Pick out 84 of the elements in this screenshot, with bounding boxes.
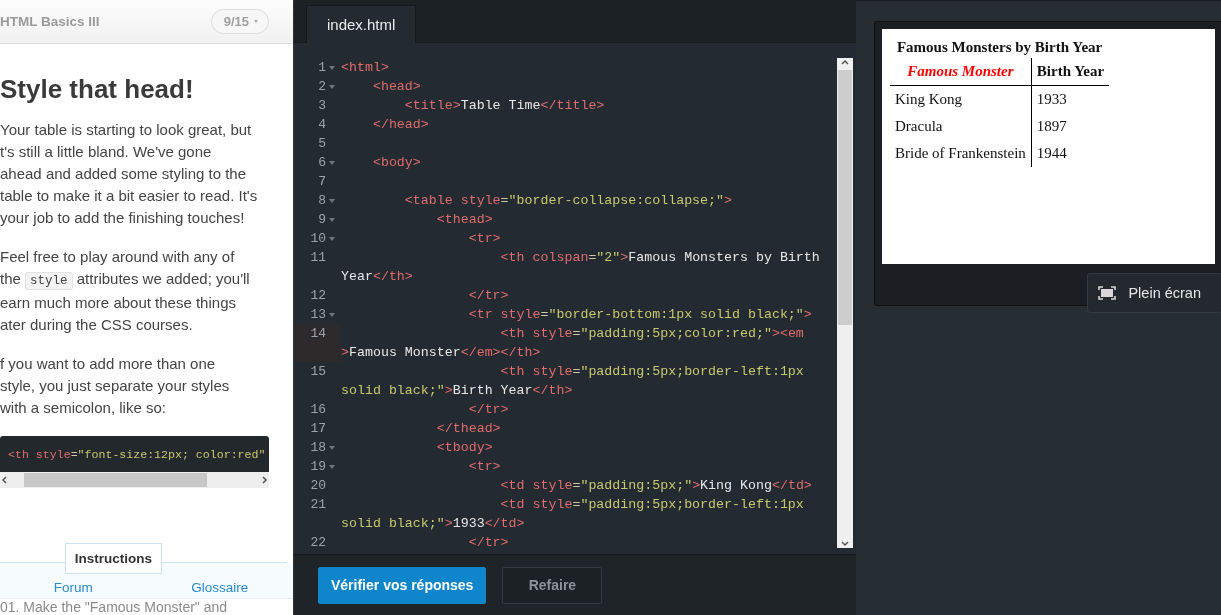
fold-icon[interactable] xyxy=(329,237,335,241)
code-line: <tr> xyxy=(467,230,501,248)
line-number: 15 xyxy=(310,363,326,381)
line-number: 6 xyxy=(318,154,326,172)
instruction-paragraph: Feel free to play around with any of the style attributes we added; you'll earn much more about these things ater during the CSS courses. xyxy=(0,247,251,335)
line-number: 8 xyxy=(318,192,326,210)
code-line: <td style="padding:5px;border-left:1px xyxy=(499,496,804,514)
fold-icon[interactable] xyxy=(329,199,335,203)
reset-button[interactable]: Refaire xyxy=(502,566,603,604)
line-number: 17 xyxy=(310,420,326,438)
line-number: 3 xyxy=(318,97,326,115)
table-cell: 1897 xyxy=(1031,113,1110,140)
line-number: 7 xyxy=(318,173,326,191)
code-line: <tr> xyxy=(467,458,501,476)
check-answers-button[interactable]: Vérifier vos réponses xyxy=(318,566,487,604)
fold-icon[interactable] xyxy=(329,313,335,317)
lesson-title: Style that head! xyxy=(0,74,195,105)
line-number: 1 xyxy=(318,59,326,77)
fold-icon[interactable] xyxy=(329,465,335,469)
step-text: 01. Make the "Famous Monster" and xyxy=(0,599,228,615)
column-header: Famous Monster xyxy=(890,58,1032,86)
table-caption: Famous Monsters by Birth Year xyxy=(890,39,1110,58)
line-number: 16 xyxy=(310,401,326,419)
scroll-left-icon[interactable] xyxy=(0,475,10,485)
line-number: 18 xyxy=(310,439,326,457)
code-line: <th style="padding:5px;color:red;"><em xyxy=(499,325,804,343)
fold-icon[interactable] xyxy=(329,446,335,450)
code-line: </tr> xyxy=(467,287,509,305)
code-line: <th style="padding:5px;border-left:1px xyxy=(499,363,804,381)
code-line: Year</th> xyxy=(341,268,414,286)
nav-link[interactable]: Glossaire xyxy=(191,580,249,595)
line-number: 22 xyxy=(310,534,326,552)
code-line: </tr> xyxy=(467,534,509,552)
code-line: <td style="padding:5px;">King Kong</td> xyxy=(499,477,812,495)
table-cell: Bride of Frankenstein xyxy=(890,140,1032,167)
code-line: >Famous Monster</em></th> xyxy=(341,344,542,362)
column-header: Birth Year xyxy=(1031,58,1110,86)
table-cell: 1944 xyxy=(1031,140,1110,167)
line-number: 11 xyxy=(310,249,326,267)
code-line: <tbody> xyxy=(435,439,493,457)
code-line: <th colspan="2">Famous Monsters by Birth xyxy=(499,249,820,267)
line-number: 12 xyxy=(310,287,326,305)
code-line: <head> xyxy=(371,78,421,96)
code-line: <html> xyxy=(341,59,389,77)
scrollbar[interactable] xyxy=(837,58,853,548)
fullscreen-button[interactable]: Plein écran xyxy=(1087,273,1221,313)
line-number: 13 xyxy=(310,306,326,324)
line-number: 19 xyxy=(310,458,326,476)
line-number: 20 xyxy=(310,477,326,495)
fullscreen-icon xyxy=(1098,286,1117,300)
code-line: <tr style="border-bottom:1px solid black;"> xyxy=(467,306,812,324)
scroll-right-icon[interactable] xyxy=(259,475,269,485)
scrollbar[interactable] xyxy=(0,472,269,488)
instruction-paragraph: f you want to add more than one style, you just separate your styles with a semicolon, like so: xyxy=(0,354,231,418)
fold-icon[interactable] xyxy=(329,161,335,165)
table-cell: King Kong xyxy=(890,85,1032,113)
file-tab[interactable]: index.html xyxy=(306,5,417,43)
table-cell: Dracula xyxy=(890,113,1032,140)
instructions-tab[interactable]: Instructions xyxy=(64,543,163,574)
code-line: <thead> xyxy=(435,211,493,229)
code-line: <table style="border-collapse:collapse;"> xyxy=(403,192,733,210)
line-number: 5 xyxy=(318,135,326,153)
table-cell: 1933 xyxy=(1031,85,1110,113)
fold-icon[interactable] xyxy=(329,66,335,70)
line-number: 21 xyxy=(310,496,326,514)
line-number: 2 xyxy=(318,78,326,96)
line-number: 10 xyxy=(310,230,326,248)
code-example: <th style="font-size:12px; color:red" xyxy=(0,436,269,472)
code-line: </thead> xyxy=(435,420,501,438)
line-number: 4 xyxy=(318,116,326,134)
code-line: <body> xyxy=(371,154,421,172)
line-number: 9 xyxy=(318,211,326,229)
instruction-paragraph: Your table is starting to look great, but t's still a little bland. We've gone ahead and added some styling to the table to make it a bit easier to read. It's your job to add the finishing touches! xyxy=(0,120,259,228)
code-line: </head> xyxy=(371,116,429,134)
scroll-down-icon[interactable] xyxy=(840,538,850,548)
nav-link[interactable]: Forum xyxy=(53,580,93,595)
course-title: HTML Basics III xyxy=(0,14,100,29)
code-line: solid black;">Birth Year</th> xyxy=(341,382,574,400)
line-number: 14 xyxy=(310,325,326,343)
code-line: solid black;">1933</td> xyxy=(341,515,526,533)
fold-icon[interactable] xyxy=(329,218,335,222)
code-line: </tr> xyxy=(467,401,509,419)
fold-icon[interactable] xyxy=(329,85,335,89)
code-line: <title>Table Time</title> xyxy=(403,97,605,115)
